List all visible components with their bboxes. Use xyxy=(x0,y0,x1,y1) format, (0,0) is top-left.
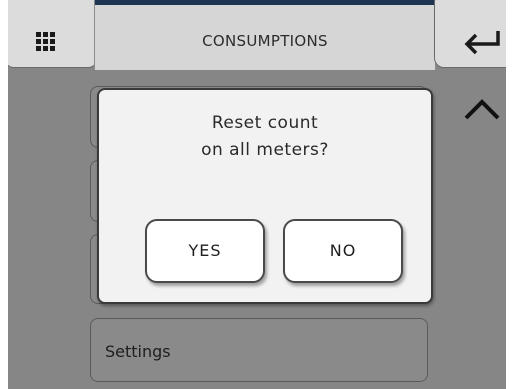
back-button[interactable] xyxy=(434,0,506,68)
settings-list-item[interactable]: Settings xyxy=(90,318,428,382)
reset-confirm-dialog: Reset count on all meters? YES NO xyxy=(97,88,433,304)
menu-button[interactable] xyxy=(8,0,98,68)
no-button[interactable]: NO xyxy=(283,219,403,283)
chevron-up-icon[interactable] xyxy=(462,96,502,122)
settings-label: Settings xyxy=(105,342,171,361)
title-bar: CONSUMPTIONS xyxy=(94,0,436,70)
device-screen: Settings CONSUMPTIONS Reset count on all… xyxy=(8,0,506,389)
yes-button[interactable]: YES xyxy=(145,219,265,283)
dialog-message: Reset count on all meters? xyxy=(99,110,431,164)
return-arrow-icon xyxy=(464,31,500,55)
dialog-message-line2: on all meters? xyxy=(201,140,329,160)
grid-menu-icon xyxy=(36,32,55,51)
title-accent-bar xyxy=(95,0,435,5)
page-title: CONSUMPTIONS xyxy=(202,32,328,50)
dialog-message-line1: Reset count xyxy=(211,113,319,133)
